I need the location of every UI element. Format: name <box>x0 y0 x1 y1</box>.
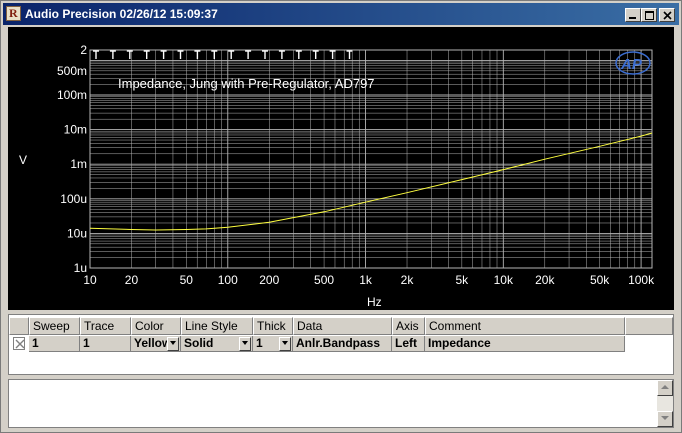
impedance-plot[interactable]: Impedance, Jung with Pre-Regulator, AD79… <box>8 27 674 310</box>
column-header-comment[interactable]: Comment <box>425 317 625 335</box>
ap-logo-text: AP <box>620 56 643 73</box>
window-title: Audio Precision 02/26/12 15:09:37 <box>25 7 218 21</box>
cell-comment[interactable]: Impedance <box>425 336 625 352</box>
sweep-marker <box>346 50 353 59</box>
column-header-thick[interactable]: Thick <box>253 317 293 335</box>
y-tick-label: 1m <box>70 157 87 171</box>
y-tick-label: 500m <box>57 64 87 78</box>
sweep-marker <box>143 50 150 59</box>
cell-trace[interactable]: 1 <box>80 336 131 352</box>
x-tick-label: 20k <box>535 273 555 287</box>
close-button[interactable] <box>659 8 675 22</box>
close-icon <box>663 11 672 20</box>
y-tick-label: 10u <box>67 226 87 240</box>
scroll-up-button[interactable] <box>657 380 673 396</box>
graph-panel[interactable]: Impedance, Jung with Pre-Regulator, AD79… <box>8 27 674 310</box>
chevron-down-icon <box>242 341 248 345</box>
sweep-marker <box>295 50 302 59</box>
sweep-marker <box>245 50 252 59</box>
column-header-trace[interactable]: Trace <box>80 317 131 335</box>
sweep-marker <box>93 50 99 59</box>
trace-table[interactable]: Sweep Trace Color Line Style Thick Data … <box>8 314 674 375</box>
ap-logo-icon: AP <box>615 51 651 75</box>
y-tick-label: 2 <box>80 43 87 57</box>
x-tick-label: 50k <box>590 273 610 287</box>
x-tick-label: 200 <box>259 273 279 287</box>
x-tick-label: 20 <box>125 273 139 287</box>
sweep-marker <box>160 50 167 59</box>
x-tick-label: 10 <box>83 273 97 287</box>
x-tick-label: 10k <box>494 273 514 287</box>
audio-precision-window: R Audio Precision 02/26/12 15:09:37 Impe… <box>0 0 682 433</box>
x-axis-label: Hz <box>367 295 382 309</box>
arrow-up-icon <box>661 385 669 389</box>
sweep-marker <box>228 50 235 59</box>
sweep-markers <box>93 50 353 59</box>
column-header-filler <box>625 317 673 335</box>
minimize-icon <box>629 17 636 19</box>
sweep-marker <box>126 50 133 59</box>
column-header-axis[interactable]: Axis <box>392 317 425 335</box>
notes-scrollbar[interactable] <box>657 380 673 427</box>
column-header-data[interactable]: Data <box>293 317 392 335</box>
x-tick-label: 500 <box>314 273 334 287</box>
maximize-button[interactable] <box>641 8 657 22</box>
sweep-marker <box>312 50 319 59</box>
cell-sweep[interactable]: 1 <box>29 336 80 352</box>
x-tick-label: 100 <box>218 273 238 287</box>
cell-axis[interactable]: Left <box>392 336 425 352</box>
sweep-marker <box>262 50 268 59</box>
app-icon-glyph: R <box>9 6 18 20</box>
scroll-down-button[interactable] <box>657 411 673 427</box>
sweep-marker <box>211 50 218 59</box>
title-bar[interactable]: R Audio Precision 02/26/12 15:09:37 <box>3 3 679 25</box>
chart-title: Impedance, Jung with Pre-Regulator, AD79… <box>118 76 375 91</box>
x-tick-label: 2k <box>401 273 415 287</box>
x-tick-label: 50 <box>180 273 194 287</box>
chevron-down-icon <box>170 341 176 345</box>
arrow-down-icon <box>661 416 669 420</box>
x-tick-label: 100k <box>628 273 655 287</box>
thick-dropdown-button[interactable] <box>279 337 291 351</box>
cell-data[interactable]: Anlr.Bandpass <box>293 336 392 352</box>
y-tick-label: 1u <box>74 261 87 275</box>
y-tick-label: 100m <box>57 88 87 102</box>
y-tick-label: 10m <box>64 123 87 137</box>
sweep-marker <box>177 50 184 59</box>
checkbox-x-icon <box>15 339 25 349</box>
trace-enable-checkbox[interactable] <box>13 337 25 350</box>
y-tick-label: 100u <box>60 192 87 206</box>
sweep-marker <box>329 50 336 59</box>
x-tick-label: 5k <box>456 273 470 287</box>
column-header-sweep[interactable]: Sweep <box>29 317 80 335</box>
y-axis-label: V <box>19 153 27 167</box>
chevron-down-icon <box>282 341 288 345</box>
column-header-color[interactable]: Color <box>131 317 181 335</box>
x-tick-label: 1k <box>359 273 373 287</box>
row-header-corner <box>9 317 29 335</box>
line-style-dropdown-button[interactable] <box>239 337 251 351</box>
notes-textarea[interactable] <box>8 379 674 428</box>
minimize-button[interactable] <box>625 8 641 22</box>
app-icon[interactable]: R <box>6 6 21 21</box>
column-header-line-style[interactable]: Line Style <box>181 317 253 335</box>
sweep-marker <box>278 50 285 59</box>
maximize-icon <box>645 11 654 20</box>
color-dropdown-button[interactable] <box>167 337 179 351</box>
sweep-marker <box>109 50 116 59</box>
sweep-marker <box>194 50 201 59</box>
